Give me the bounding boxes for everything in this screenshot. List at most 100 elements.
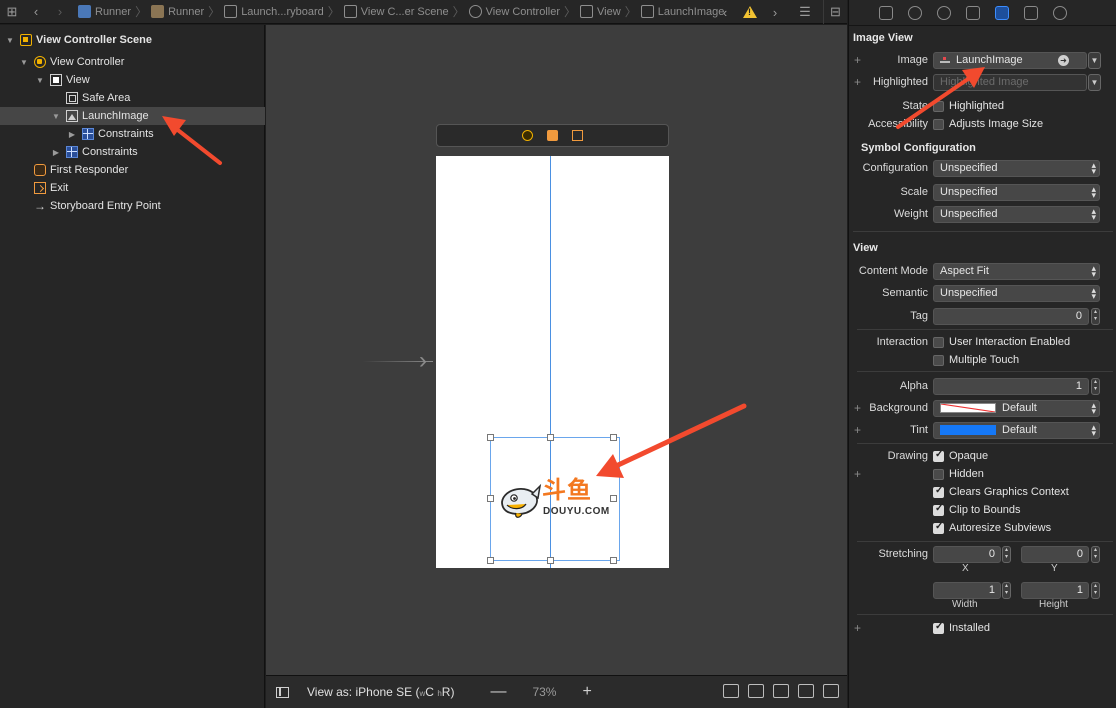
resize-handle[interactable]: [610, 434, 617, 441]
related-items-icon[interactable]: ⊞: [0, 0, 24, 24]
scene-dock[interactable]: [436, 124, 669, 147]
attributes-inspector-icon[interactable]: [995, 5, 1009, 20]
tint-color-popup[interactable]: Default ▴ ▾: [933, 421, 1100, 439]
clip-to-bounds-checkbox[interactable]: [933, 503, 944, 516]
add-variation-icon[interactable]: +: [854, 75, 861, 89]
stretch-height-stepper[interactable]: ▴ ▾: [1091, 581, 1100, 599]
add-variation-icon[interactable]: +: [854, 401, 861, 415]
outline-item-safe-area[interactable]: Safe Area: [0, 89, 265, 107]
outline-item-constraints-view[interactable]: ▶ Constraints: [0, 143, 265, 161]
multiple-touch-checkbox[interactable]: [933, 354, 944, 366]
stretch-width-field[interactable]: 1: [933, 581, 1001, 599]
stretch-height-field[interactable]: 1: [1021, 581, 1089, 599]
disclosure-down-icon[interactable]: ▼: [34, 76, 46, 85]
tag-field[interactable]: 0: [933, 307, 1089, 325]
add-variation-icon[interactable]: +: [854, 621, 861, 635]
add-variation-icon[interactable]: +: [854, 53, 861, 67]
tag-stepper[interactable]: ▴ ▾: [1091, 307, 1100, 325]
outline-item-scene[interactable]: ▼ View Controller Scene: [0, 31, 265, 49]
go-to-asset-icon[interactable]: ➜: [1058, 54, 1069, 66]
disclosure-right-icon[interactable]: ▶: [50, 148, 62, 157]
image-dropdown-button[interactable]: ▼: [1088, 51, 1101, 69]
add-editor-icon[interactable]: ⊟: [823, 0, 847, 24]
semantic-popup[interactable]: Unspecified ▴ ▾: [933, 284, 1100, 302]
outline-item-constraints-image[interactable]: ▶ Constraints: [0, 125, 265, 143]
breadcrumb-item-folder[interactable]: Runner 〉: [151, 3, 224, 20]
content-mode-popup[interactable]: Aspect Fit ▴ ▾: [933, 262, 1100, 280]
alpha-stepper[interactable]: ▴ ▾: [1091, 377, 1100, 395]
weight-popup[interactable]: Unspecified ▴ ▾: [933, 205, 1100, 223]
outline-item-view-controller[interactable]: ▼ View Controller: [0, 53, 265, 71]
stretch-y-stepper[interactable]: ▴ ▾: [1091, 545, 1100, 563]
adjusts-image-size-checkbox[interactable]: [933, 118, 944, 130]
outline-item-first-responder[interactable]: First Responder: [0, 161, 265, 179]
device-screen[interactable]: 斗鱼 DOUYU.COM: [436, 156, 669, 568]
size-inspector-icon[interactable]: [1024, 5, 1038, 20]
configuration-popup[interactable]: Unspecified ▴ ▾: [933, 159, 1100, 177]
connections-inspector-icon[interactable]: [1053, 5, 1067, 20]
breadcrumb-item-project[interactable]: Runner 〉: [78, 3, 151, 20]
background-color-popup[interactable]: Default ▴ ▾: [933, 399, 1100, 417]
opaque-checkbox[interactable]: [933, 449, 944, 462]
resize-handle[interactable]: [547, 557, 554, 564]
outline-toggle-icon[interactable]: [276, 686, 289, 698]
back-icon[interactable]: ‹: [24, 0, 48, 24]
disclosure-right-icon[interactable]: ▶: [66, 130, 78, 139]
breadcrumb-item-view[interactable]: View 〉: [580, 3, 641, 20]
resize-handle[interactable]: [547, 434, 554, 441]
previous-issue-icon[interactable]: ‹: [713, 0, 737, 24]
outline-item-launchimage[interactable]: ▼ LaunchImage: [0, 107, 265, 125]
resolve-issues-icon[interactable]: [823, 684, 839, 698]
forward-icon[interactable]: ›: [48, 0, 72, 24]
exit-icon[interactable]: [572, 130, 583, 141]
breadcrumb-item-storyboard[interactable]: Launch...ryboard 〉: [224, 3, 344, 20]
highlighted-image-field[interactable]: Highlighted Image: [933, 73, 1087, 91]
identity-inspector-icon[interactable]: [966, 5, 980, 20]
resize-handle[interactable]: [610, 495, 617, 502]
stretch-x-stepper[interactable]: ▴ ▾: [1002, 545, 1011, 563]
scale-popup[interactable]: Unspecified ▴ ▾: [933, 183, 1100, 201]
next-issue-icon[interactable]: ›: [763, 0, 787, 24]
device-config-button[interactable]: View as: iPhone SE (wC hR): [307, 685, 454, 699]
user-interaction-checkbox[interactable]: [933, 336, 944, 348]
add-constraints-icon[interactable]: [798, 684, 814, 698]
resize-handle[interactable]: [487, 434, 494, 441]
resize-handle[interactable]: [610, 557, 617, 564]
autoresize-subviews-checkbox[interactable]: [933, 521, 944, 534]
alpha-field[interactable]: 1: [933, 377, 1089, 395]
disclosure-down-icon[interactable]: ▼: [50, 112, 62, 121]
stretch-x-field[interactable]: 0: [933, 545, 1001, 563]
outline-item-entry-point[interactable]: → Storyboard Entry Point: [0, 197, 265, 215]
highlighted-checkbox[interactable]: [933, 100, 944, 112]
zoom-in-button[interactable]: +: [582, 683, 591, 701]
disclosure-down-icon[interactable]: ▼: [18, 58, 30, 67]
hidden-checkbox[interactable]: [933, 468, 944, 480]
highlighted-dropdown-button[interactable]: ▼: [1088, 73, 1101, 91]
storyboard-canvas[interactable]: › 斗鱼 DOUYU.COM: [266, 25, 847, 675]
editor-options-icon[interactable]: ☰: [793, 0, 817, 24]
help-inspector-icon[interactable]: [937, 5, 951, 20]
stretch-y-field[interactable]: 0: [1021, 545, 1089, 563]
resize-handle[interactable]: [487, 495, 494, 502]
align-icon[interactable]: [773, 684, 789, 698]
update-frames-icon[interactable]: [723, 684, 739, 698]
disclosure-down-icon[interactable]: ▼: [4, 36, 16, 45]
image-field[interactable]: LaunchImage ➜: [933, 51, 1087, 69]
view-controller-icon[interactable]: [522, 130, 533, 141]
first-responder-icon[interactable]: [547, 130, 558, 141]
resize-handle[interactable]: [487, 557, 494, 564]
breadcrumb-item-scene[interactable]: View C...er Scene 〉: [343, 3, 469, 20]
warning-icon[interactable]: [743, 6, 757, 18]
installed-checkbox[interactable]: [933, 621, 944, 634]
outline-item-view[interactable]: ▼ View: [0, 71, 265, 89]
history-inspector-icon[interactable]: [908, 5, 922, 20]
outline-item-exit[interactable]: Exit: [0, 179, 265, 197]
embed-in-stack-icon[interactable]: [748, 684, 764, 698]
stretch-width-stepper[interactable]: ▴ ▾: [1002, 581, 1011, 599]
add-variation-icon[interactable]: +: [854, 467, 861, 481]
add-variation-icon[interactable]: +: [854, 423, 861, 437]
clears-graphics-context-checkbox[interactable]: [933, 485, 944, 498]
zoom-out-button[interactable]: —: [490, 683, 506, 701]
breadcrumb-item-view-controller[interactable]: View Controller 〉: [468, 3, 580, 20]
file-inspector-icon[interactable]: [879, 5, 893, 20]
